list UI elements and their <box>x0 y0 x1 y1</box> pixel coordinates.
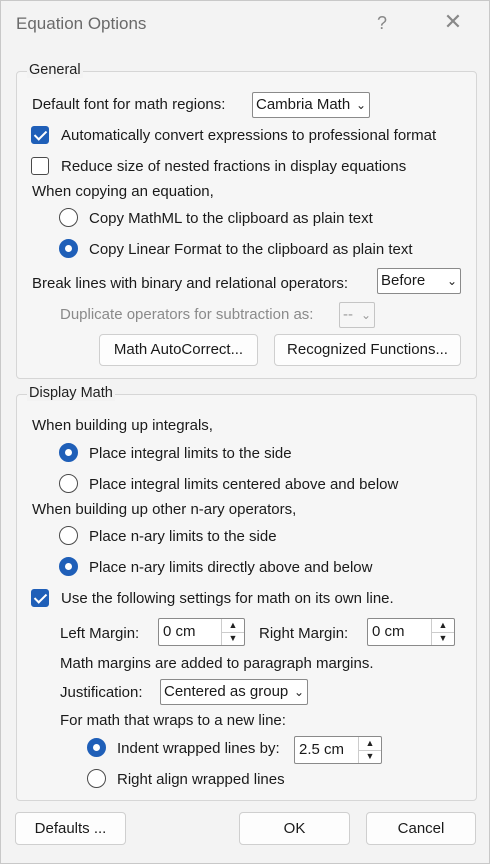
left-margin-label: Left Margin: <box>60 625 140 642</box>
duplicate-operators-value: -- <box>343 306 353 323</box>
equation-options-dialog: Equation Options ? ✕ General Default fon… <box>0 0 490 864</box>
close-icon[interactable]: ✕ <box>438 9 468 35</box>
integral-centered-label: Place integral limits centered above and… <box>89 476 399 493</box>
nary-above-radio[interactable] <box>59 557 78 576</box>
break-lines-label: Break lines with binary and relational o… <box>32 275 349 292</box>
auto-convert-checkbox[interactable] <box>31 126 49 144</box>
auto-convert-label: Automatically convert expressions to pro… <box>61 127 437 144</box>
general-legend: General <box>27 62 83 78</box>
integral-side-radio[interactable] <box>59 443 78 462</box>
break-lines-value: Before <box>381 272 426 289</box>
margins-note: Math margins are added to paragraph marg… <box>60 655 374 672</box>
nary-above-label: Place n-ary limits directly above and be… <box>89 559 373 576</box>
right-margin-value: 0 cm <box>372 623 405 640</box>
integral-side-label: Place integral limits to the side <box>89 445 292 462</box>
indent-spin-buttons: ▲ ▼ <box>358 737 381 763</box>
display-math-group: Display Math When building up integrals,… <box>16 385 477 801</box>
left-margin-spin-buttons: ▲ ▼ <box>221 619 244 645</box>
cancel-button[interactable]: Cancel <box>366 812 476 845</box>
default-font-value: Cambria Math <box>256 96 351 113</box>
defaults-button[interactable]: Defaults ... <box>15 812 126 845</box>
use-settings-label: Use the following settings for math on i… <box>61 590 394 607</box>
left-margin-spinner[interactable]: 0 cm ▲ ▼ <box>158 618 245 646</box>
arrow-down-icon[interactable]: ▼ <box>359 750 381 763</box>
dialog-title: Equation Options <box>16 14 147 33</box>
integral-centered-radio[interactable] <box>59 474 78 493</box>
chevron-down-icon: ⌄ <box>355 98 366 112</box>
integrals-label: When building up integrals, <box>32 417 213 434</box>
default-font-select[interactable]: Cambria Math ⌄ <box>252 92 370 118</box>
display-math-legend: Display Math <box>27 385 115 401</box>
chevron-down-icon: ⌄ <box>446 274 457 288</box>
indent-spinner[interactable]: 2.5 cm ▲ ▼ <box>294 736 382 764</box>
use-settings-checkbox[interactable] <box>31 589 49 607</box>
copy-linear-label: Copy Linear Format to the clipboard as p… <box>89 241 413 258</box>
copy-linear-radio[interactable] <box>59 239 78 258</box>
indent-wrapped-label: Indent wrapped lines by: <box>117 740 280 757</box>
arrow-up-icon[interactable]: ▲ <box>359 737 381 751</box>
indent-wrapped-radio[interactable] <box>87 738 106 757</box>
recognized-functions-button[interactable]: Recognized Functions... <box>274 334 461 366</box>
reduce-size-checkbox[interactable] <box>31 157 49 175</box>
copying-label: When copying an equation, <box>32 183 214 200</box>
arrow-down-icon[interactable]: ▼ <box>222 632 244 645</box>
justification-select[interactable]: Centered as group ⌄ <box>160 679 308 705</box>
right-margin-label: Right Margin: <box>259 625 349 642</box>
right-align-radio[interactable] <box>87 769 106 788</box>
nary-label: When building up other n-ary operators, <box>32 501 297 518</box>
arrow-up-icon[interactable]: ▲ <box>432 619 454 633</box>
right-margin-spin-buttons: ▲ ▼ <box>431 619 454 645</box>
help-icon[interactable]: ? <box>367 13 397 34</box>
general-group: General Default font for math regions: C… <box>16 62 477 379</box>
right-margin-spinner[interactable]: 0 cm ▲ ▼ <box>367 618 455 646</box>
default-font-label: Default font for math regions: <box>32 96 226 113</box>
break-lines-select[interactable]: Before ⌄ <box>377 268 461 294</box>
title-bar: Equation Options ? ✕ <box>1 1 489 49</box>
arrow-down-icon[interactable]: ▼ <box>432 632 454 645</box>
math-autocorrect-button[interactable]: Math AutoCorrect... <box>99 334 258 366</box>
nary-side-label: Place n-ary limits to the side <box>89 528 277 545</box>
chevron-down-icon: ⌄ <box>293 685 304 699</box>
chevron-down-icon: ⌄ <box>360 308 371 322</box>
copy-mathml-radio[interactable] <box>59 208 78 227</box>
reduce-size-label: Reduce size of nested fractions in displ… <box>61 158 407 175</box>
wrap-label: For math that wraps to a new line: <box>60 712 286 729</box>
duplicate-operators-select[interactable]: -- ⌄ <box>339 302 375 328</box>
nary-side-radio[interactable] <box>59 526 78 545</box>
right-align-label: Right align wrapped lines <box>117 771 285 788</box>
duplicate-operators-label: Duplicate operators for subtraction as: <box>60 306 314 323</box>
justification-value: Centered as group <box>164 683 289 700</box>
indent-value: 2.5 cm <box>299 741 345 758</box>
arrow-up-icon[interactable]: ▲ <box>222 619 244 633</box>
ok-button[interactable]: OK <box>239 812 350 845</box>
left-margin-value: 0 cm <box>163 623 196 640</box>
copy-mathml-label: Copy MathML to the clipboard as plain te… <box>89 210 373 227</box>
justification-label: Justification: <box>60 684 143 701</box>
